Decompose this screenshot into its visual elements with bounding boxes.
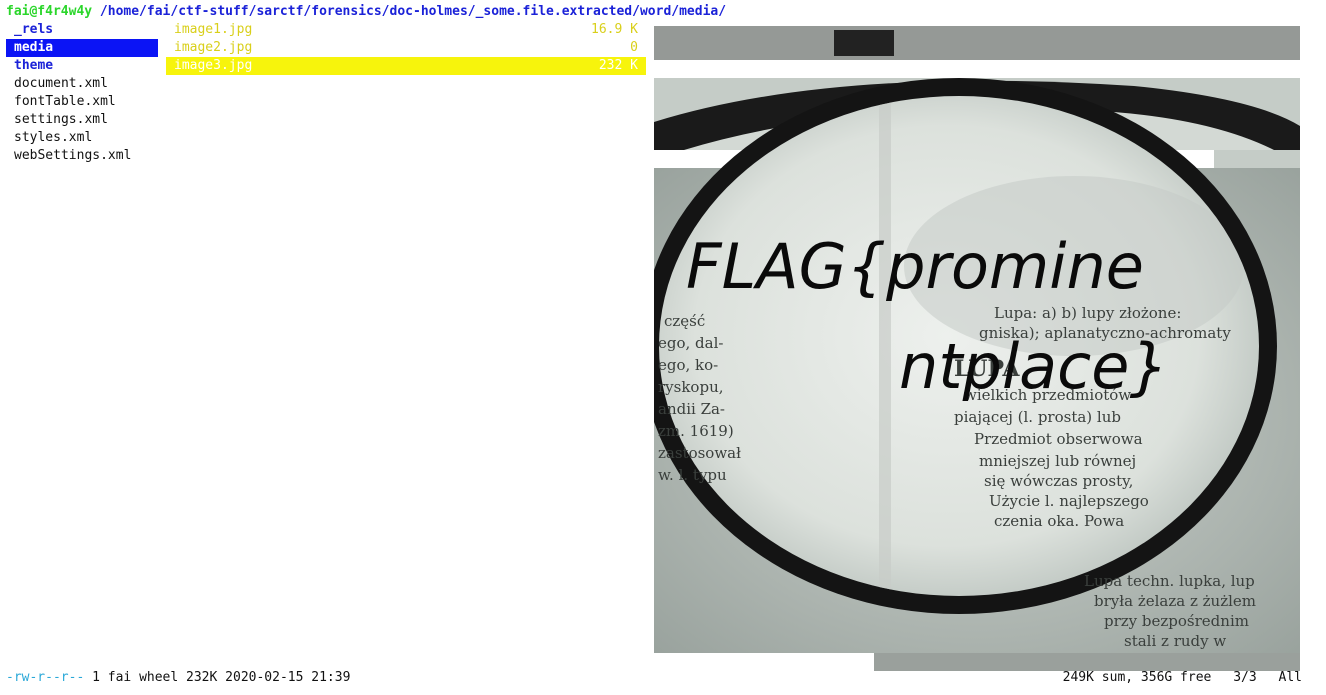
disk-summary: 249K sum, 356G free xyxy=(1062,670,1212,685)
file-name: image1.jpg xyxy=(174,22,253,37)
status-bar-left: -rw-r--r-- 1 fai wheel 232K 2020-02-15 2… xyxy=(6,669,350,687)
book-text: ego, dal- xyxy=(658,334,723,352)
scroll-indicator: All xyxy=(1278,670,1302,685)
list-item-media[interactable]: media xyxy=(6,39,158,57)
status-bar-right: 249K sum, 356G free 3/3 All xyxy=(1049,669,1302,687)
file-size: 0 xyxy=(630,40,638,55)
book-text: w. l. typu xyxy=(658,466,727,484)
file-permissions: -rw-r--r-- xyxy=(6,670,85,685)
file-info: 1 fai wheel 232K 2020-02-15 21:39 xyxy=(92,670,351,685)
file-name: image3.jpg xyxy=(174,58,253,73)
flag-handwriting-line1: FLAG{promine xyxy=(686,230,1144,303)
book-text: ego, ko- xyxy=(658,356,718,374)
book-text: andii Za- xyxy=(658,400,725,418)
book-text: ryskopu, xyxy=(658,378,724,396)
book-text: przy bezpośrednim xyxy=(1104,612,1249,630)
book-text: bryła żelaza z żużlem xyxy=(1094,592,1256,610)
user-host: fai@f4r4w4y xyxy=(6,4,93,19)
path-header: fai@f4r4w4y /home/fai/ctf-stuff/sarctf/f… xyxy=(6,3,726,21)
list-item-websettings-xml[interactable]: webSettings.xml xyxy=(6,147,158,165)
image-preview: Lupa: a) b) lupy złożone: gniska); aplan… xyxy=(641,26,1300,671)
list-item-styles-xml[interactable]: styles.xml xyxy=(6,129,158,147)
list-item-rels[interactable]: _rels xyxy=(6,21,158,39)
current-path: /home/fai/ctf-stuff/sarctf/forensics/doc… xyxy=(99,4,727,19)
current-directory-list: image1.jpg 16.9 K image2.jpg 0 image3.jp… xyxy=(166,21,646,75)
book-text: stali z rudy w xyxy=(1124,632,1226,650)
list-item-fonttable-xml[interactable]: fontTable.xml xyxy=(6,93,158,111)
file-row-image2[interactable]: image2.jpg 0 xyxy=(166,39,646,57)
book-text: zm. 1619) xyxy=(658,422,734,440)
position-indicator: 3/3 xyxy=(1233,670,1257,685)
book-text: Lupa: a) b) lupy złożone: xyxy=(994,304,1181,322)
book-text: Lupa techn. lupka, lup xyxy=(1084,572,1255,590)
book-text: się wówczas prosty, xyxy=(984,472,1133,490)
file-row-image3[interactable]: image3.jpg 232 K xyxy=(166,57,646,75)
book-text: Użycie l. najlepszego xyxy=(989,492,1149,510)
file-name: image2.jpg xyxy=(174,40,253,55)
book-text: Przedmiot obserwowa xyxy=(974,430,1143,448)
file-row-image1[interactable]: image1.jpg 16.9 K xyxy=(166,21,646,39)
book-text: zastosował xyxy=(658,444,741,462)
list-item-theme[interactable]: theme xyxy=(6,57,158,75)
file-size: 232 K xyxy=(598,58,638,73)
book-text: piającej (l. prosta) lub xyxy=(954,408,1121,426)
list-item-document-xml[interactable]: document.xml xyxy=(6,75,158,93)
file-size: 16.9 K xyxy=(591,22,638,37)
book-text: część xyxy=(664,312,705,330)
flag-handwriting-line2: ntplace} xyxy=(899,330,1169,403)
list-item-settings-xml[interactable]: settings.xml xyxy=(6,111,158,129)
book-text: mniejszej lub równej xyxy=(979,452,1136,470)
parent-directory-list: _rels media theme document.xml fontTable… xyxy=(6,21,158,165)
book-text: czenia oka. Powa xyxy=(994,512,1124,530)
preview-image: Lupa: a) b) lupy złożone: gniska); aplan… xyxy=(641,26,1300,671)
